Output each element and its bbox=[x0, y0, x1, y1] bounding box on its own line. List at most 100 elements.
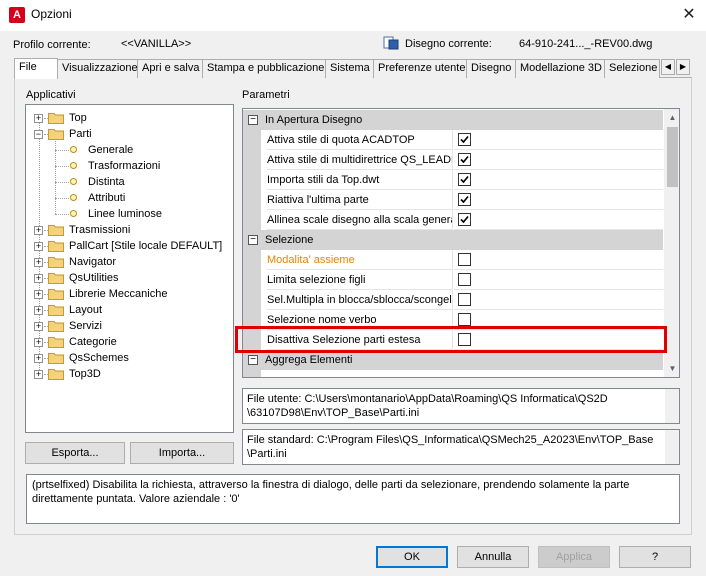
expand-icon[interactable]: + bbox=[34, 258, 43, 267]
tab-stampa-e-pubblicazione[interactable]: Stampa e pubblicazione bbox=[202, 59, 326, 78]
user-file-path: File utente: C:\Users\montanario\AppData… bbox=[242, 388, 680, 424]
import-button[interactable]: Importa... bbox=[130, 442, 234, 464]
expand-icon[interactable]: + bbox=[34, 370, 43, 379]
tree-item-categorie[interactable]: + Categorie bbox=[0, 334, 234, 350]
collapse-icon[interactable]: − bbox=[248, 115, 258, 125]
tree-connector bbox=[44, 358, 48, 359]
property-row[interactable]: Allinea scale disegno alla scala general bbox=[243, 210, 663, 230]
folder-icon bbox=[48, 337, 64, 348]
tree-connector bbox=[44, 230, 48, 231]
checkbox-checked[interactable] bbox=[458, 213, 471, 226]
tab-modellazione-3d[interactable]: Modellazione 3D bbox=[515, 59, 605, 78]
checkbox-unchecked[interactable] bbox=[458, 313, 471, 326]
tree-connector bbox=[55, 214, 69, 215]
tree-item-pallcart-stile-locale-default[interactable]: + PallCart [Stile locale DEFAULT] bbox=[0, 238, 234, 254]
expand-icon[interactable]: + bbox=[34, 114, 43, 123]
tree-connector bbox=[55, 198, 69, 199]
tree-item-linee-luminose[interactable]: Linee luminose bbox=[0, 206, 234, 222]
property-row[interactable]: Sel.Multipla in blocca/sblocca/scongela bbox=[243, 290, 663, 310]
tab-visualizzazione[interactable]: Visualizzazione bbox=[57, 59, 138, 78]
collapse-icon[interactable]: − bbox=[248, 355, 258, 365]
tree-item-servizi[interactable]: + Servizi bbox=[0, 318, 234, 334]
property-row[interactable]: Riattiva l'ultima parte bbox=[243, 190, 663, 210]
tree-item-trasformazioni[interactable]: Trasformazioni bbox=[0, 158, 234, 174]
tree-connector bbox=[44, 326, 48, 327]
tab-apri-e-salva[interactable]: Apri e salva bbox=[137, 59, 203, 78]
tree-item-generale[interactable]: Generale bbox=[0, 142, 234, 158]
row-gutter bbox=[243, 130, 261, 150]
category-in-apertura-disegno[interactable]: − In Apertura Disegno bbox=[243, 110, 663, 130]
tree-item-attributi[interactable]: Attributi bbox=[0, 190, 234, 206]
expand-icon[interactable]: + bbox=[34, 354, 43, 363]
bullet-icon bbox=[70, 178, 77, 185]
expand-icon[interactable]: + bbox=[34, 274, 43, 283]
checkbox-checked[interactable] bbox=[458, 193, 471, 206]
tab-scroll-right-icon[interactable]: ▶ bbox=[676, 59, 690, 75]
current-drawing-value: 64-910-241..._-REV00.dwg bbox=[519, 38, 653, 50]
export-button[interactable]: Esporta... bbox=[25, 442, 125, 464]
property-value bbox=[454, 250, 663, 270]
row-gutter bbox=[243, 210, 261, 230]
tree-item-top[interactable]: + Top bbox=[0, 110, 234, 126]
collapse-icon[interactable]: − bbox=[248, 235, 258, 245]
tab-file[interactable]: File bbox=[14, 58, 58, 79]
standard-file-line2: \Parti.ini bbox=[247, 448, 287, 460]
ok-button[interactable]: OK bbox=[376, 546, 448, 568]
checkbox-checked[interactable] bbox=[458, 153, 471, 166]
category-aggrega-elementi[interactable]: − Aggrega Elementi bbox=[243, 350, 663, 370]
user-file-scrollbar[interactable] bbox=[665, 389, 679, 423]
tree-item-navigator[interactable]: + Navigator bbox=[0, 254, 234, 270]
checkbox-checked[interactable] bbox=[458, 133, 471, 146]
property-row[interactable]: Importa stili da Top.dwt bbox=[243, 170, 663, 190]
close-icon[interactable]: ✕ bbox=[672, 2, 706, 28]
tree-item-layout[interactable]: + Layout bbox=[0, 302, 234, 318]
category-label: Selezione bbox=[265, 234, 314, 246]
bullet-icon bbox=[70, 194, 77, 201]
checkmark-icon bbox=[460, 175, 469, 184]
tree-item-qsutilities[interactable]: + QsUtilities bbox=[0, 270, 234, 286]
tree-item-label: Layout bbox=[69, 304, 103, 316]
expand-icon[interactable]: + bbox=[34, 242, 43, 251]
window-title: Opzioni bbox=[31, 7, 72, 21]
tree-item-distinta[interactable]: Distinta bbox=[0, 174, 234, 190]
property-row[interactable]: Attiva stile di multidirettrice QS_LEADE bbox=[243, 150, 663, 170]
tree-item-top3d[interactable]: + Top3D bbox=[0, 366, 234, 382]
tab-selezione[interactable]: Selezione bbox=[604, 59, 660, 78]
tree-item-trasmissioni[interactable]: + Trasmissioni bbox=[0, 222, 234, 238]
property-name: Importa stili da Top.dwt bbox=[267, 170, 453, 190]
expand-icon[interactable]: + bbox=[34, 226, 43, 235]
help-button[interactable]: ? bbox=[619, 546, 691, 568]
tree-connector bbox=[44, 374, 48, 375]
tree-item-qsschemes[interactable]: + QsSchemes bbox=[0, 350, 234, 366]
checkbox-checked[interactable] bbox=[458, 173, 471, 186]
cancel-button[interactable]: Annulla bbox=[457, 546, 529, 568]
tree-item-librerie-meccaniche[interactable]: + Librerie Meccaniche bbox=[0, 286, 234, 302]
expand-icon[interactable]: + bbox=[34, 306, 43, 315]
checkmark-icon bbox=[460, 135, 469, 144]
scrollbar-thumb[interactable] bbox=[667, 127, 678, 187]
checkbox-unchecked[interactable] bbox=[458, 293, 471, 306]
property-value bbox=[454, 170, 663, 190]
row-gutter bbox=[243, 370, 261, 377]
scroll-up-icon[interactable]: ▲ bbox=[664, 109, 679, 126]
scroll-down-icon[interactable]: ▼ bbox=[664, 360, 679, 377]
checkbox-unchecked[interactable] bbox=[458, 273, 471, 286]
tab-sistema[interactable]: Sistema bbox=[325, 59, 374, 78]
collapse-icon[interactable]: − bbox=[34, 130, 43, 139]
standard-file-scrollbar[interactable] bbox=[665, 430, 679, 464]
tree-item-parti[interactable]: − Parti bbox=[0, 126, 234, 142]
tab-scroll-left-icon[interactable]: ◀ bbox=[661, 59, 675, 75]
property-row[interactable]: Attiva stile di quota ACADTOP bbox=[243, 130, 663, 150]
tab-preferenze-utente[interactable]: Preferenze utente bbox=[373, 59, 467, 78]
expand-icon[interactable]: + bbox=[34, 290, 43, 299]
property-row[interactable]: Modalita' assieme bbox=[243, 250, 663, 270]
folder-icon bbox=[48, 273, 64, 284]
expand-icon[interactable]: + bbox=[34, 322, 43, 331]
apply-button[interactable]: Applica bbox=[538, 546, 610, 568]
checkbox-unchecked[interactable] bbox=[458, 253, 471, 266]
row-gutter bbox=[243, 270, 261, 290]
expand-icon[interactable]: + bbox=[34, 338, 43, 347]
property-row[interactable]: Limita selezione figli bbox=[243, 270, 663, 290]
tab-disegno[interactable]: Disegno bbox=[466, 59, 516, 78]
category-selezione[interactable]: − Selezione bbox=[243, 230, 663, 250]
